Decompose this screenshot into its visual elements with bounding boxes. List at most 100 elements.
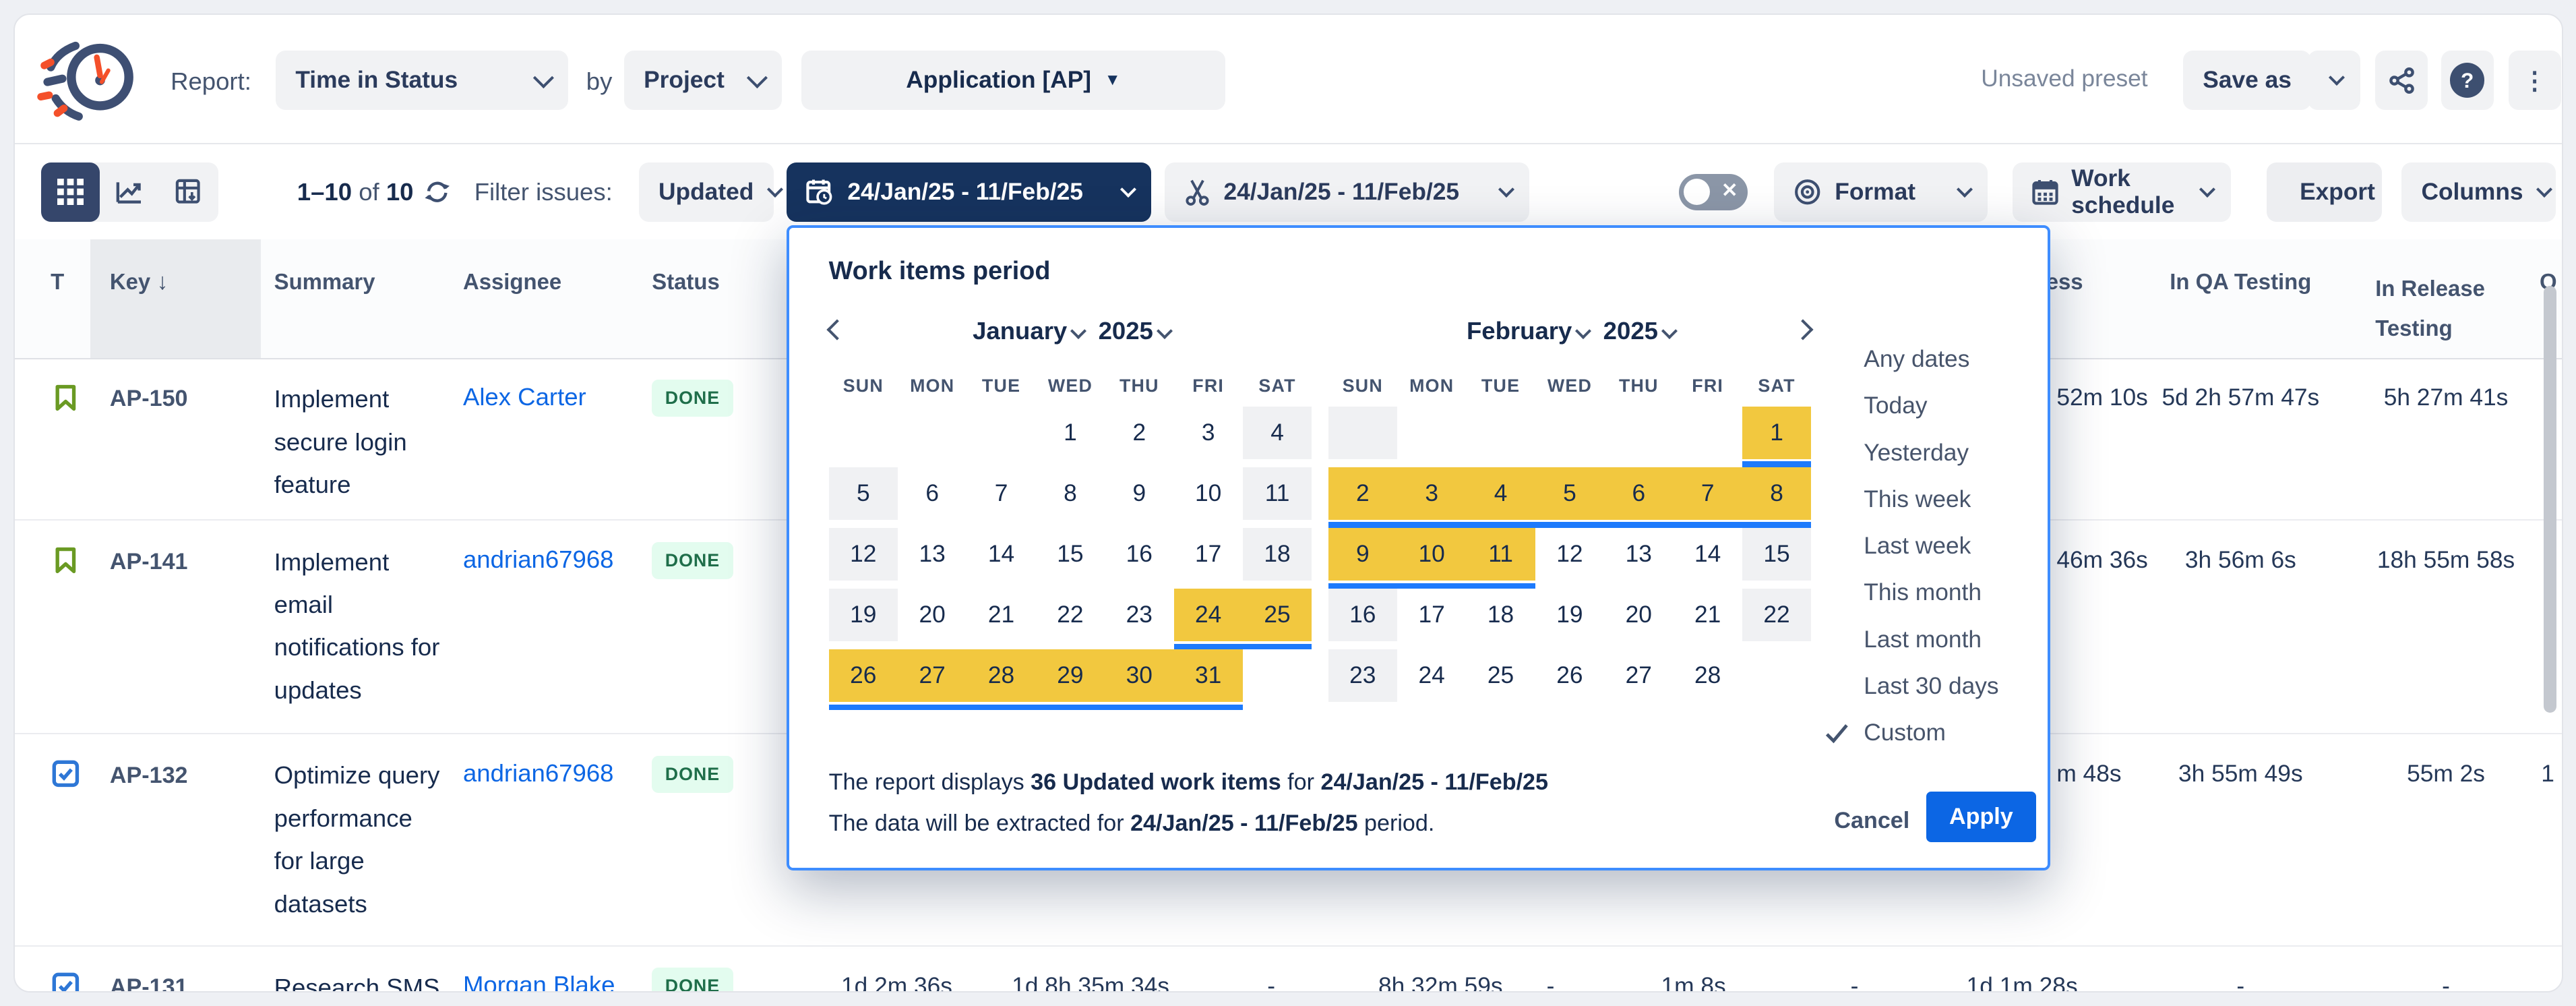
- calendar-day-february-10[interactable]: 10: [1397, 528, 1466, 589]
- more-menu-button[interactable]: ⋮: [2509, 51, 2561, 110]
- calendar-day-january-19[interactable]: 19: [829, 589, 898, 649]
- calendar-day-february-17[interactable]: 17: [1397, 589, 1466, 649]
- share-button[interactable]: [2375, 51, 2428, 110]
- preset-option-any-dates[interactable]: Any dates: [1824, 336, 2038, 382]
- column-header-type[interactable]: T: [51, 269, 64, 295]
- filter-field-dropdown[interactable]: Updated: [639, 162, 774, 222]
- calendar-day-february-8[interactable]: 8: [1742, 467, 1811, 528]
- assignee-link[interactable]: Morgan Blake: [463, 971, 615, 993]
- preset-option-last-week[interactable]: Last week: [1824, 523, 2038, 569]
- calendar-day-january-30[interactable]: 30: [1105, 649, 1173, 710]
- issue-summary[interactable]: Optimize query performance for large dat…: [274, 754, 442, 925]
- calendar-day-january-23[interactable]: 23: [1105, 589, 1173, 649]
- preset-option-this-week[interactable]: This week: [1824, 476, 2038, 523]
- vertical-scrollbar[interactable]: [2544, 286, 2557, 713]
- calendar-day-february-18[interactable]: 18: [1466, 589, 1535, 649]
- help-button[interactable]: ?: [2441, 51, 2494, 110]
- month-select[interactable]: February: [1467, 317, 1587, 345]
- grid-view-button[interactable]: [41, 162, 100, 222]
- calendar-day-february-4[interactable]: 4: [1466, 467, 1535, 528]
- issue-key[interactable]: AP-150: [110, 386, 188, 412]
- calendar-day-february-28[interactable]: 28: [1674, 649, 1742, 710]
- calendar-day-february-12[interactable]: 12: [1535, 528, 1604, 589]
- assignee-link[interactable]: andrian67968: [463, 545, 614, 574]
- preset-option-last-30-days[interactable]: Last 30 days: [1824, 663, 2038, 709]
- column-header-key[interactable]: Key ↓: [110, 269, 168, 295]
- calendar-day-february-9[interactable]: 9: [1328, 528, 1397, 589]
- calendar-day-february-16[interactable]: 16: [1328, 589, 1397, 649]
- calendar-day-january-16[interactable]: 16: [1105, 528, 1173, 589]
- empty-columns-toggle[interactable]: ✕: [1679, 174, 1748, 210]
- calendar-day-january-25[interactable]: 25: [1243, 589, 1312, 649]
- apply-button[interactable]: Apply: [1926, 792, 2036, 843]
- calendar-day-january-26[interactable]: 26: [829, 649, 898, 710]
- calendar-day-january-21[interactable]: 21: [967, 589, 1035, 649]
- calendar-day-february-7[interactable]: 7: [1674, 467, 1742, 528]
- preset-option-yesterday[interactable]: Yesterday: [1824, 430, 2038, 476]
- refresh-icon[interactable]: [423, 178, 451, 206]
- preset-option-today[interactable]: Today: [1824, 383, 2038, 430]
- save-as-button[interactable]: Save as: [2183, 51, 2311, 110]
- next-month-button[interactable]: [1785, 312, 1821, 348]
- calendar-day-february-1[interactable]: 1: [1742, 407, 1811, 467]
- calendar-day-january-27[interactable]: 27: [898, 649, 967, 710]
- calendar-day-february-13[interactable]: 13: [1604, 528, 1673, 589]
- calendar-day-february-21[interactable]: 21: [1674, 589, 1742, 649]
- work-items-period-button[interactable]: 24/Jan/25 - 11/Feb/25: [787, 162, 1151, 222]
- calendar-day-january-10[interactable]: 10: [1174, 467, 1243, 528]
- calendar-day-february-14[interactable]: 14: [1674, 528, 1742, 589]
- issue-summary[interactable]: Implement secure login feature: [274, 378, 442, 506]
- calendar-day-february-20[interactable]: 20: [1604, 589, 1673, 649]
- calendar-day-february-2[interactable]: 2: [1328, 467, 1397, 528]
- calendar-day-february-24[interactable]: 24: [1397, 649, 1466, 710]
- calendar-day-february-23[interactable]: 23: [1328, 649, 1397, 710]
- assignee-link[interactable]: Alex Carter: [463, 383, 586, 411]
- column-header-status[interactable]: Status: [652, 269, 720, 295]
- work-schedule-dropdown[interactable]: Work schedule: [2013, 162, 2231, 222]
- calendar-day-january-31[interactable]: 31: [1174, 649, 1243, 710]
- cancel-button[interactable]: Cancel: [1811, 796, 1932, 846]
- calendar-day-january-6[interactable]: 6: [898, 467, 967, 528]
- previous-month-button[interactable]: [819, 312, 855, 348]
- group-by-dropdown[interactable]: Project: [624, 51, 782, 110]
- column-header-summary[interactable]: Summary: [274, 269, 375, 295]
- calendar-day-january-11[interactable]: 11: [1243, 467, 1312, 528]
- column-header-in-release-testing[interactable]: In ReleaseTesting: [2375, 269, 2513, 348]
- format-dropdown[interactable]: Format: [1774, 162, 1988, 222]
- preset-option-last-month[interactable]: Last month: [1824, 616, 2038, 663]
- calendar-day-january-9[interactable]: 9: [1105, 467, 1173, 528]
- column-header-assignee[interactable]: Assignee: [463, 269, 561, 295]
- save-options-button[interactable]: [2308, 51, 2360, 110]
- issue-key[interactable]: AP-132: [110, 763, 188, 789]
- calendar-day-january-5[interactable]: 5: [829, 467, 898, 528]
- column-header-in-qa-testing[interactable]: In QA Testing: [2167, 269, 2314, 295]
- month-select[interactable]: January: [973, 317, 1082, 345]
- calendar-day-january-12[interactable]: 12: [829, 528, 898, 589]
- calendar-day-february-15[interactable]: 15: [1742, 528, 1811, 589]
- chart-view-button[interactable]: [100, 162, 159, 222]
- report-type-dropdown[interactable]: Time in Status: [276, 51, 568, 110]
- calendar-day-february-19[interactable]: 19: [1535, 589, 1604, 649]
- calendar-day-january-4[interactable]: 4: [1243, 407, 1312, 467]
- trim-period-button[interactable]: 24/Jan/25 - 11/Feb/25: [1165, 162, 1529, 222]
- calendar-day-february-11[interactable]: 11: [1466, 528, 1535, 589]
- preset-option-this-month[interactable]: This month: [1824, 570, 2038, 616]
- calendar-day-february-22[interactable]: 22: [1742, 589, 1811, 649]
- calendar-day-january-3[interactable]: 3: [1174, 407, 1243, 467]
- calendar-day-january-14[interactable]: 14: [967, 528, 1035, 589]
- calendar-day-february-5[interactable]: 5: [1535, 467, 1604, 528]
- calendar-day-january-22[interactable]: 22: [1036, 589, 1105, 649]
- calendar-day-february-25[interactable]: 25: [1466, 649, 1535, 710]
- issue-summary[interactable]: Implement email notifications for update…: [274, 541, 442, 712]
- year-select[interactable]: 2025: [1099, 317, 1168, 345]
- year-select[interactable]: 2025: [1603, 317, 1673, 345]
- calendar-day-january-28[interactable]: 28: [967, 649, 1035, 710]
- pivot-view-button[interactable]: [159, 162, 218, 222]
- calendar-day-february-27[interactable]: 27: [1604, 649, 1673, 710]
- issue-key[interactable]: AP-141: [110, 549, 188, 575]
- calendar-day-february-3[interactable]: 3: [1397, 467, 1466, 528]
- calendar-day-february-26[interactable]: 26: [1535, 649, 1604, 710]
- calendar-day-january-1[interactable]: 1: [1036, 407, 1105, 467]
- calendar-day-january-24[interactable]: 24: [1174, 589, 1243, 649]
- calendar-day-january-8[interactable]: 8: [1036, 467, 1105, 528]
